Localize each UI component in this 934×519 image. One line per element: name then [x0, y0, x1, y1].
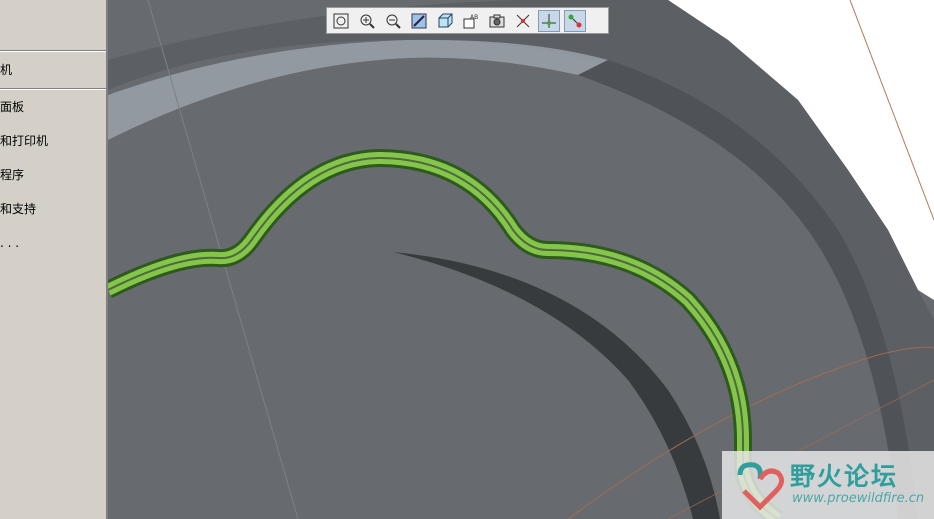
menu-separator: [0, 88, 106, 90]
menu-item-run[interactable]: . . .: [0, 232, 106, 254]
menu-item-computer[interactable]: 机: [0, 59, 106, 81]
point-display-icon: [568, 14, 582, 27]
zoom-out-icon: [386, 14, 401, 29]
zoom-fit-icon: [333, 13, 349, 28]
display-style-button[interactable]: [434, 10, 456, 32]
view-toolbar: AB: [326, 7, 609, 34]
datum-display-button[interactable]: [512, 10, 534, 32]
saved-views-button[interactable]: AB: [460, 10, 482, 32]
forum-logo-icon: [737, 462, 784, 511]
zoom-out-button[interactable]: [382, 10, 404, 32]
menu-item-printers[interactable]: 和打印机: [0, 130, 106, 152]
watermark-url: www.proewildfire.cn: [792, 491, 925, 506]
point-display-button[interactable]: [564, 9, 586, 32]
repaint-icon: [411, 13, 427, 28]
start-menu-panel: 机 面板 和打印机 程序 和支持 . . .: [0, 0, 108, 519]
saved-views-icon: AB: [463, 14, 478, 28]
watermark-title: 野火论坛: [790, 462, 899, 491]
zoom-in-icon: [360, 14, 375, 29]
camera-button[interactable]: [486, 10, 508, 32]
menu-item-control-panel[interactable]: 面板: [0, 96, 106, 118]
model-render: [108, 0, 934, 519]
datum-display-icon: [516, 14, 530, 27]
axis-display-icon: [542, 13, 556, 28]
svg-text:AB: AB: [470, 14, 478, 21]
camera-icon: [489, 14, 505, 27]
zoom-fit-button[interactable]: [330, 10, 352, 32]
menu-item-help[interactable]: 和支持: [0, 198, 106, 220]
zoom-in-button[interactable]: [356, 10, 378, 32]
model-viewport[interactable]: [108, 0, 934, 519]
repaint-button[interactable]: [408, 10, 430, 32]
menu-separator: [0, 50, 106, 52]
axis-display-button[interactable]: [538, 9, 560, 32]
display-style-icon: [438, 13, 453, 27]
menu-item-programs[interactable]: 程序: [0, 164, 106, 186]
forum-watermark: 野火论坛 www.proewildfire.cn: [722, 451, 934, 519]
